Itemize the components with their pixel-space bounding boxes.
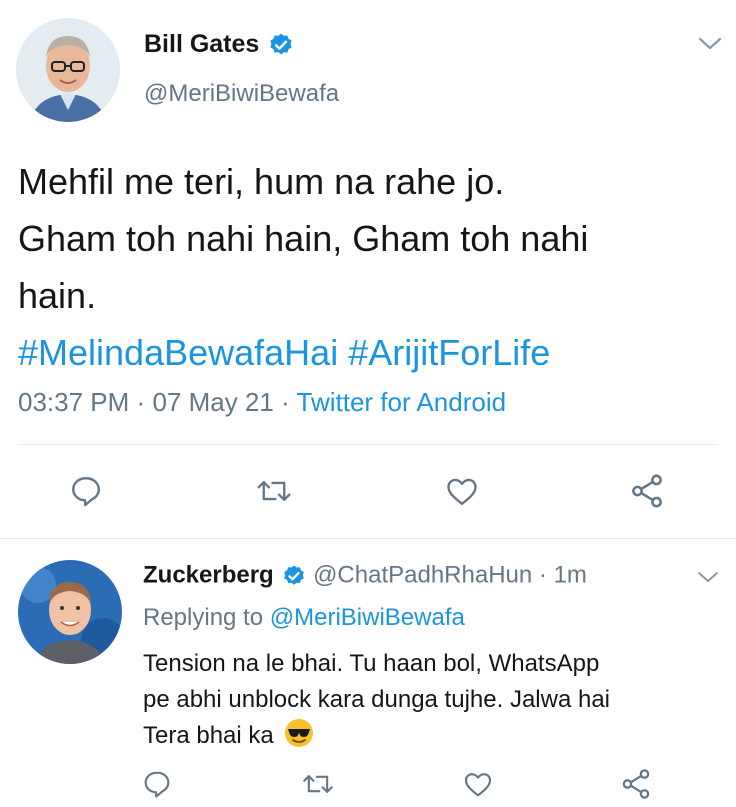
retweet-icon[interactable] (301, 768, 335, 800)
chevron-down-icon[interactable] (697, 34, 723, 54)
author-row: Bill Gates (144, 30, 294, 64)
retweet-icon[interactable] (255, 473, 293, 509)
replying-to: Replying to @MeriBiwiBewafa (143, 604, 465, 632)
reply-icon[interactable] (68, 473, 104, 509)
reply-handle[interactable]: @ChatPadhRhaHun (313, 562, 532, 589)
replying-to-label: Replying to (143, 604, 264, 631)
share-icon[interactable] (619, 766, 653, 802)
reply-age: 1m (553, 561, 587, 589)
tweet-date: 07 May 21 (152, 387, 274, 417)
tweet-text: Mehfil me teri, hum na rahe jo. Gham toh… (18, 153, 718, 381)
avatar-bill-gates[interactable] (16, 18, 120, 122)
verified-badge-icon (282, 564, 306, 588)
tweet-text-line: hain. (18, 275, 97, 316)
tweet-source[interactable]: Twitter for Android (297, 387, 507, 417)
avatar-zuckerberg[interactable] (18, 560, 122, 664)
verified-badge-icon (268, 32, 294, 58)
replying-to-handle[interactable]: @MeriBiwiBewafa (270, 604, 465, 631)
meta-separator: · (281, 387, 290, 417)
share-icon[interactable] (628, 471, 666, 511)
reply-text-last-line: Tera bhai ka (143, 718, 718, 754)
chevron-down-icon[interactable] (696, 569, 720, 587)
tweet-hashtags[interactable]: #MelindaBewafaHai #ArijitForLife (18, 324, 718, 381)
meta-separator: · (136, 387, 146, 417)
reply-text-line: Tera bhai ka (143, 722, 274, 749)
reply-icon[interactable] (141, 768, 173, 800)
divider (18, 444, 718, 445)
like-icon[interactable] (443, 473, 481, 509)
tweet-text-line: Gham toh nahi hain, Gham toh nahi (18, 218, 589, 259)
author-name[interactable]: Bill Gates (144, 30, 259, 58)
tweet-time: 03:37 PM (18, 387, 130, 417)
like-icon[interactable] (461, 768, 495, 800)
author-handle[interactable]: @MeriBiwiBewafa (144, 80, 339, 108)
tweet-separator (0, 538, 736, 539)
reply-text-line: pe abhi unblock kara dunga tujhe. Jalwa … (143, 686, 610, 713)
meta-separator: · (538, 561, 547, 589)
reply-text: Tension na le bhai. Tu haan bol, WhatsAp… (143, 646, 718, 754)
reply-author-name[interactable]: Zuckerberg (143, 562, 274, 589)
sunglasses-emoji-icon (284, 718, 314, 748)
tweet-meta: 03:37 PM · 07 May 21 · Twitter for Andro… (18, 387, 506, 418)
tweet-text-line: Mehfil me teri, hum na rahe jo. (18, 161, 505, 202)
reply-text-line: Tension na le bhai. Tu haan bol, WhatsAp… (143, 650, 600, 677)
reply-header: Zuckerberg @ChatPadhRhaHun · 1m (143, 561, 587, 591)
